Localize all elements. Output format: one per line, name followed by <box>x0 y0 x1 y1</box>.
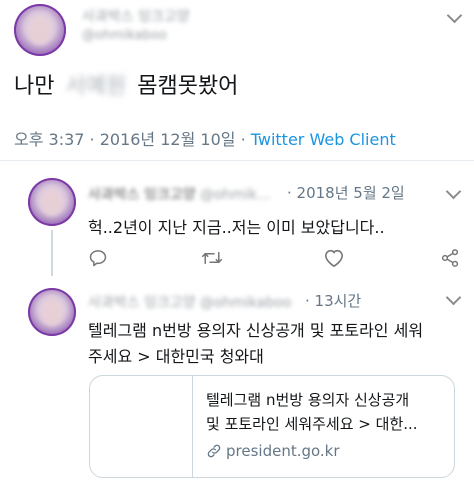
reply-header: 사과박스 잉크고양 @ohmik... <box>88 184 270 204</box>
link-icon <box>206 443 222 459</box>
avatar[interactable] <box>28 288 76 336</box>
reply-icon[interactable] <box>88 248 108 268</box>
tweet-timestamp[interactable]: 오후 3:37 · 2016년 12월 10일 · <box>14 130 251 149</box>
link-card-domain-text: president.go.kr <box>226 442 340 460</box>
reply-text-line: 텔레그램 n번방 용의자 신상공개 및 포토라인 세워 <box>88 321 424 340</box>
author-handle[interactable]: @ohmikaboo <box>82 28 167 43</box>
chevron-down-icon[interactable] <box>446 7 463 24</box>
retweet-icon[interactable] <box>201 248 223 268</box>
divider <box>0 160 474 161</box>
tweet-meta: 오후 3:37 · 2016년 12월 10일 · Twitter Web Cl… <box>14 126 396 150</box>
reply-text: 텔레그램 n번방 용의자 신상공개 및 포토라인 세워 주세요 > 대한민국 청… <box>88 318 423 370</box>
avatar[interactable] <box>14 4 66 56</box>
avatar[interactable] <box>28 178 76 226</box>
link-card-title-line: 및 포토라인 세워주세요 > 대한... <box>206 415 418 433</box>
reply-date[interactable]: · 2018년 5월 2일 <box>287 182 405 203</box>
chevron-down-icon[interactable] <box>445 289 462 306</box>
tweet-text-start: 나만 <box>14 74 55 99</box>
redacted-name: 서예원 <box>65 74 127 99</box>
tweet-text-end: 몸캠못봤어 <box>137 74 239 99</box>
reply-author-handle[interactable]: @ohmik... <box>200 187 270 203</box>
share-icon[interactable] <box>440 248 460 268</box>
chevron-down-icon[interactable] <box>445 183 462 200</box>
thread-line <box>51 230 53 276</box>
reply-date[interactable]: · 13시간 <box>305 290 361 311</box>
author-name[interactable]: 사과박스 잉크고양 <box>82 6 190 26</box>
link-card-domain: president.go.kr <box>206 442 340 460</box>
reply-text-line: 주세요 > 대한민국 청와대 <box>88 347 264 366</box>
tweet-client-link[interactable]: Twitter Web Client <box>251 130 396 149</box>
reply-author-name[interactable]: 사과박스 잉크고양 <box>88 187 196 203</box>
tweet-text: 나만 서예원 몸캠못봤어 <box>14 68 238 100</box>
link-card[interactable]: 텔레그램 n번방 용의자 신상공개 및 포토라인 세워주세요 > 대한... p… <box>89 375 455 478</box>
like-icon[interactable] <box>323 248 345 268</box>
link-card-thumbnail <box>90 376 193 477</box>
reply-text: 헉..2년이 지난 지금..저는 이미 보았답니다.. <box>88 218 385 237</box>
link-card-title-line: 텔레그램 n번방 용의자 신상공개 <box>206 391 410 409</box>
reply-author-name[interactable]: 사과박스 잉크고양 @ohmikaboo <box>88 292 291 312</box>
link-card-title: 텔레그램 n번방 용의자 신상공개 및 포토라인 세워주세요 > 대한... <box>206 388 418 436</box>
